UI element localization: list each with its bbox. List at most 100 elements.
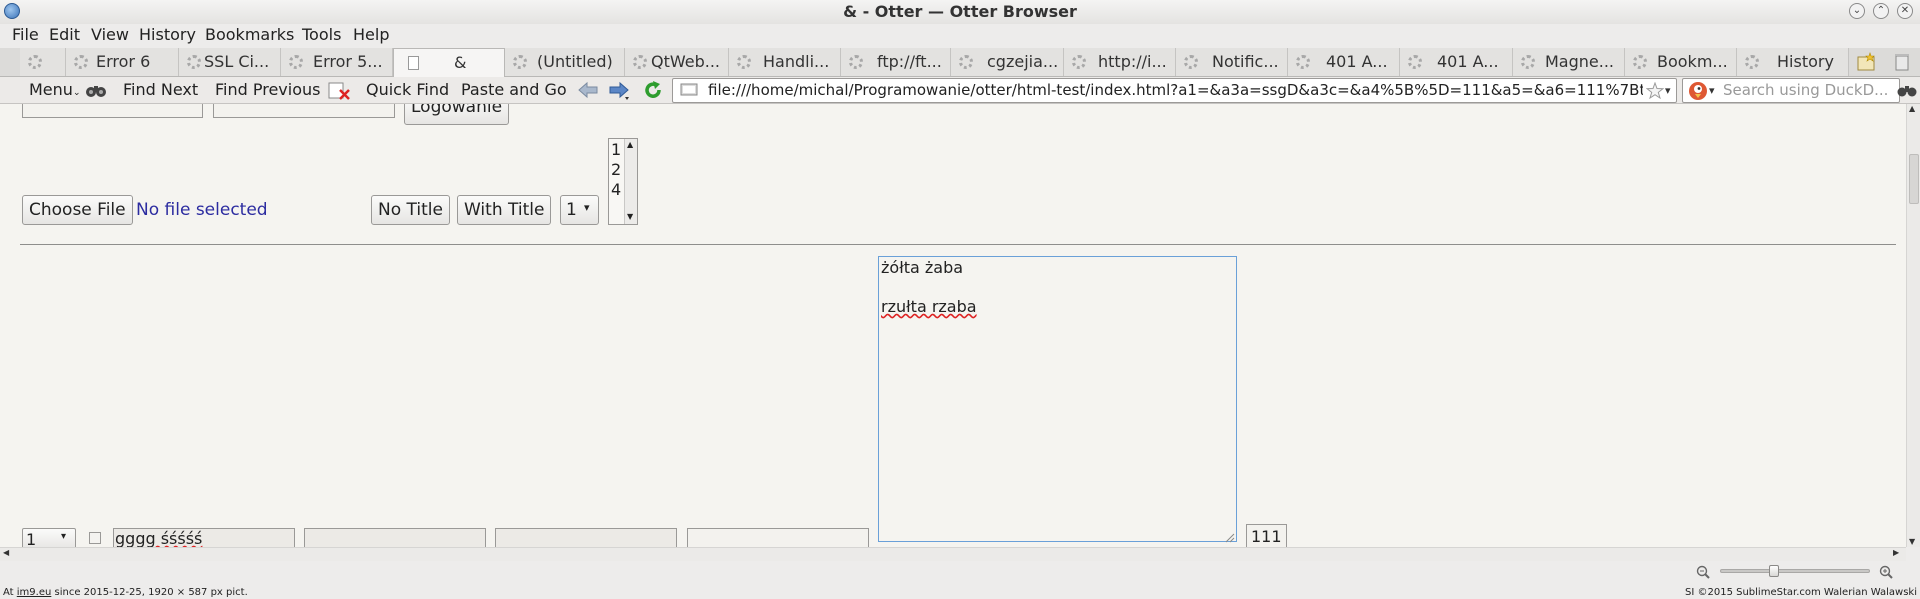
- binoculars-icon[interactable]: [85, 82, 107, 98]
- select-value: 1: [566, 200, 577, 220]
- find-binoculars-icon[interactable]: [1897, 83, 1917, 98]
- tab-history[interactable]: History: [1737, 48, 1849, 76]
- find-previous-button[interactable]: Find Previous: [215, 79, 320, 101]
- tab-http[interactable]: http://i...: [1064, 48, 1176, 76]
- tab-label: Bookm...: [1657, 52, 1728, 71]
- search-engine-dropdown-icon[interactable]: ▾: [1709, 84, 1719, 97]
- menu-help[interactable]: Help: [353, 24, 389, 46]
- tab-loading[interactable]: [20, 48, 66, 76]
- scroll-up-icon[interactable]: ▲: [627, 140, 633, 149]
- listbox-scrollbar[interactable]: ▲ ▼: [624, 139, 637, 224]
- tab-handling[interactable]: Handli...: [729, 48, 841, 76]
- number-select[interactable]: 1 ▾: [560, 195, 599, 225]
- search-input[interactable]: Search using DuckD...: [1723, 80, 1895, 101]
- tab-active[interactable]: &: [393, 48, 505, 78]
- menu-view[interactable]: View: [91, 24, 129, 46]
- tab-qtweb[interactable]: QtWeb...: [625, 48, 729, 76]
- tab-label: 401 A...: [1437, 52, 1499, 71]
- zoom-out-icon[interactable]: [1696, 565, 1710, 579]
- horizontal-scrollbar[interactable]: ◀ ▶: [0, 547, 1906, 561]
- with-title-button[interactable]: With Title: [457, 195, 552, 225]
- chevron-down-icon: ▾: [584, 201, 590, 214]
- menu-tools[interactable]: Tools: [302, 24, 341, 46]
- close-icon[interactable]: ✕: [1897, 3, 1913, 19]
- text-input[interactable]: gggg śśśśś: [113, 528, 295, 547]
- zoom-slider-thumb[interactable]: [1769, 565, 1779, 577]
- scroll-right-icon[interactable]: ▶: [1893, 548, 1899, 557]
- scroll-left-icon[interactable]: ◀: [3, 548, 9, 557]
- loading-spinner-icon: [1408, 55, 1422, 69]
- zoom-slider[interactable]: [1720, 565, 1870, 577]
- list-item[interactable]: 4: [611, 180, 621, 200]
- bottom-select[interactable]: 1 ▾: [22, 528, 76, 547]
- loading-spinner-icon: [849, 55, 863, 69]
- resize-grip-icon[interactable]: [1224, 529, 1235, 543]
- tab-ftp[interactable]: ftp://ft...: [841, 48, 951, 76]
- login-field[interactable]: [22, 104, 203, 118]
- vertical-scrollbar[interactable]: ▲ ▼: [1906, 104, 1920, 547]
- disabled-input[interactable]: [304, 528, 486, 547]
- find-next-button[interactable]: Find Next: [123, 79, 198, 101]
- scroll-down-icon[interactable]: ▼: [627, 212, 633, 221]
- tab-label: cgzejia...: [987, 52, 1059, 71]
- checkbox[interactable]: [89, 532, 101, 544]
- minimize-icon[interactable]: ⌄: [1849, 3, 1865, 19]
- reload-icon[interactable]: [643, 80, 663, 100]
- no-title-button[interactable]: No Title: [371, 195, 450, 225]
- text-input-value: gggg śśśśś: [115, 529, 203, 547]
- credit-prefix: At: [3, 587, 17, 598]
- tab-401-a[interactable]: 401 A...: [1288, 48, 1400, 76]
- menu-button[interactable]: Menu⌄: [29, 79, 80, 101]
- quick-find-button[interactable]: Quick Find: [366, 79, 449, 101]
- paste-and-go-button[interactable]: Paste and Go: [461, 79, 567, 101]
- scroll-thumb[interactable]: [1909, 154, 1919, 204]
- tab-magnet[interactable]: Magne...: [1513, 48, 1625, 76]
- list-item[interactable]: 1: [611, 140, 621, 160]
- scroll-up-icon[interactable]: ▲: [1909, 104, 1915, 113]
- zoom-slider-track: [1720, 569, 1870, 573]
- tab-label: ftp://ft...: [877, 52, 942, 71]
- listbox[interactable]: 1 2 4 ▲ ▼: [608, 138, 638, 225]
- page-info-icon[interactable]: [680, 83, 698, 97]
- tab-notifications[interactable]: Notific...: [1176, 48, 1288, 76]
- tab-untitled[interactable]: (Untitled): [505, 48, 625, 76]
- tab-bookmarks[interactable]: Bookm...: [1625, 48, 1737, 76]
- close-find-icon[interactable]: [328, 82, 352, 100]
- choose-file-button[interactable]: Choose File: [22, 195, 133, 225]
- tab-label: Handli...: [763, 52, 830, 71]
- disabled-input[interactable]: [495, 528, 677, 547]
- credit-link[interactable]: im9.eu: [17, 587, 52, 598]
- text-area[interactable]: żółta żaba rzułta rzaba: [878, 256, 1237, 543]
- loading-spinner-icon: [28, 55, 42, 69]
- number-input-value: 111: [1251, 527, 1282, 546]
- list-item[interactable]: 2: [611, 160, 621, 180]
- menu-history[interactable]: History: [139, 24, 196, 46]
- bookmark-star-icon[interactable]: [1645, 81, 1665, 100]
- menu-button-label: Menu: [29, 80, 73, 99]
- number-input[interactable]: 111: [1246, 524, 1287, 547]
- trash-icon[interactable]: [1893, 52, 1911, 72]
- tab-error-6[interactable]: Error 6: [66, 48, 179, 76]
- chevron-down-icon: ⌄: [72, 88, 81, 98]
- back-arrow-icon[interactable]: [577, 81, 599, 99]
- logowanie-button[interactable]: Logowanie: [404, 104, 510, 125]
- tab-ssl[interactable]: SSL Ci...: [179, 48, 281, 76]
- history-dropdown-icon[interactable]: ▾: [1665, 84, 1675, 97]
- scroll-down-icon[interactable]: ▼: [1909, 537, 1915, 546]
- tab-label: http://i...: [1098, 52, 1167, 71]
- file-status-text: No file selected: [136, 200, 268, 220]
- duckduckgo-icon[interactable]: [1688, 81, 1708, 101]
- tab-cgzejia[interactable]: cgzejia...: [951, 48, 1064, 76]
- tab-401-b[interactable]: 401 A...: [1400, 48, 1513, 76]
- new-tab-icon[interactable]: [1856, 52, 1878, 72]
- zoom-in-icon[interactable]: [1879, 565, 1893, 579]
- password-field[interactable]: [213, 104, 395, 118]
- menu-file[interactable]: File: [12, 24, 39, 46]
- menu-bookmarks[interactable]: Bookmarks: [205, 24, 294, 46]
- empty-input[interactable]: [687, 528, 869, 547]
- forward-arrow-icon[interactable]: [608, 81, 632, 101]
- chevron-down-icon: ▾: [61, 531, 67, 542]
- tab-error-5[interactable]: Error 5...: [281, 48, 393, 76]
- menu-edit[interactable]: Edit: [49, 24, 80, 46]
- maximize-icon[interactable]: ⌃: [1873, 3, 1889, 19]
